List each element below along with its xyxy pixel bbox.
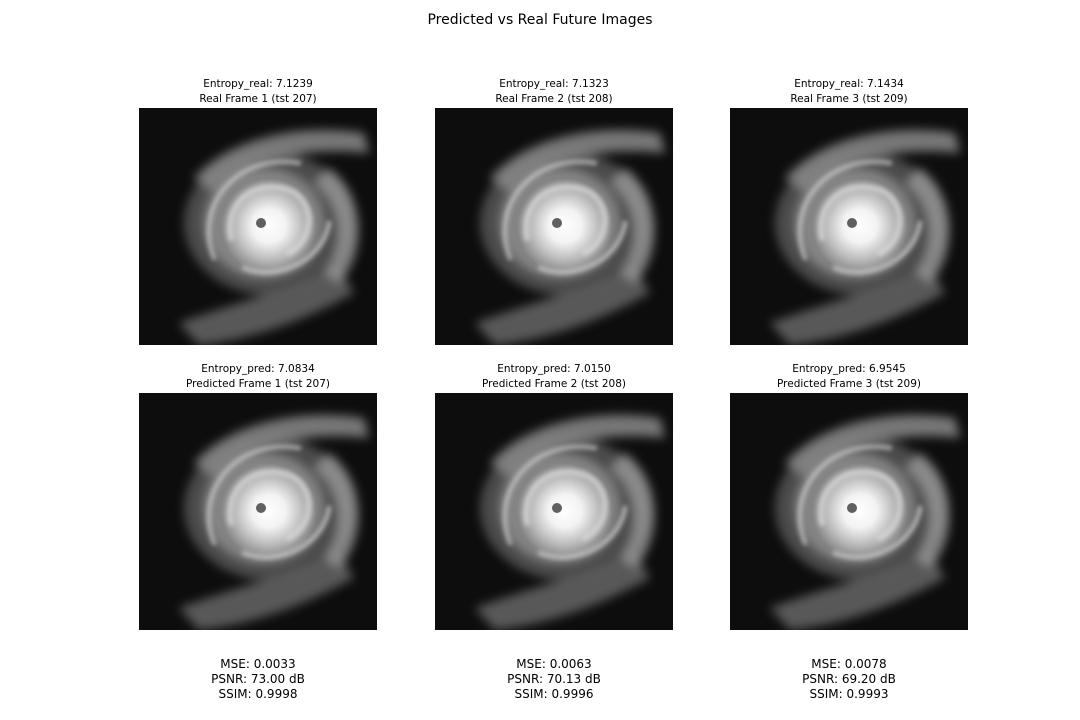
ssim-1: SSIM: 0.9998 (218, 687, 298, 701)
psnr-2: PSNR: 70.13 dB (507, 672, 601, 686)
mse-3: MSE: 0.0078 (811, 657, 887, 671)
real-frame-1-image (139, 108, 377, 345)
pred-frame-2-image (435, 393, 673, 630)
pred-frame-3-image (730, 393, 968, 630)
pred-frame-2-entropy: Entropy_pred: 7.0150 (497, 363, 611, 375)
real-frame-2-image (435, 108, 673, 345)
psnr-3: PSNR: 69.20 dB (802, 672, 896, 686)
mse-1: MSE: 0.0033 (220, 657, 296, 671)
pred-frame-1-label: Predicted Frame 1 (tst 207) (186, 378, 330, 390)
psnr-1: PSNR: 73.00 dB (211, 672, 305, 686)
hurricane-image (730, 108, 968, 345)
hurricane-image (435, 393, 673, 630)
pred-frame-1-image (139, 393, 377, 630)
hurricane-image (730, 393, 968, 630)
real-frame-3-image (730, 108, 968, 345)
real-frame-2-label: Real Frame 2 (tst 208) (495, 93, 613, 105)
pred-frame-2-label: Predicted Frame 2 (tst 208) (482, 378, 626, 390)
pred-frame-3-entropy: Entropy_pred: 6.9545 (792, 363, 906, 375)
pred-frame-3-label: Predicted Frame 3 (tst 209) (777, 378, 921, 390)
ssim-3: SSIM: 0.9993 (809, 687, 889, 701)
real-frame-3-entropy: Entropy_real: 7.1434 (794, 78, 904, 90)
real-frame-2-entropy: Entropy_real: 7.1323 (499, 78, 609, 90)
real-frame-1-entropy: Entropy_real: 7.1239 (203, 78, 313, 90)
real-frame-1-label: Real Frame 1 (tst 207) (199, 93, 317, 105)
hurricane-image (435, 108, 673, 345)
real-frame-3-label: Real Frame 3 (tst 209) (790, 93, 908, 105)
mse-2: MSE: 0.0063 (516, 657, 592, 671)
figure-title: Predicted vs Real Future Images (427, 12, 653, 28)
pred-frame-1-entropy: Entropy_pred: 7.0834 (201, 363, 315, 375)
hurricane-image (139, 108, 377, 345)
hurricane-image (139, 393, 377, 630)
ssim-2: SSIM: 0.9996 (514, 687, 594, 701)
